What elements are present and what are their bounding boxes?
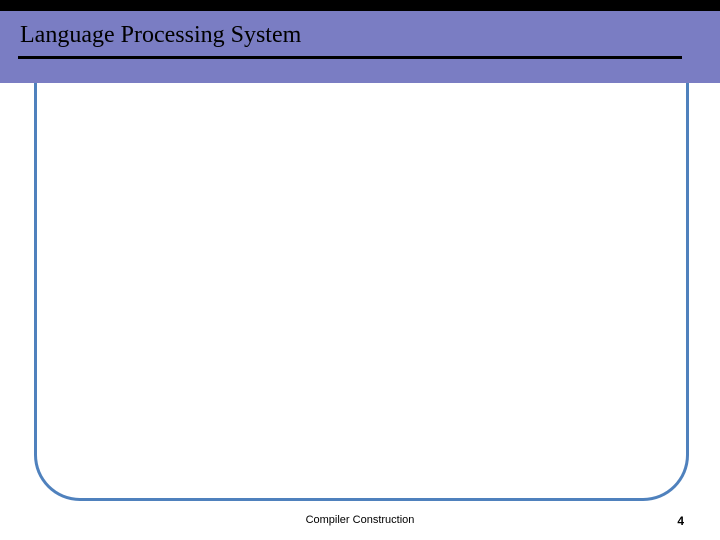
content-frame: [34, 83, 689, 501]
top-black-bar: [0, 0, 720, 11]
footer-text: Compiler Construction: [0, 514, 720, 526]
slide-title: Language Processing System: [20, 22, 301, 49]
page-number: 4: [677, 514, 684, 528]
title-underline: [18, 56, 682, 59]
